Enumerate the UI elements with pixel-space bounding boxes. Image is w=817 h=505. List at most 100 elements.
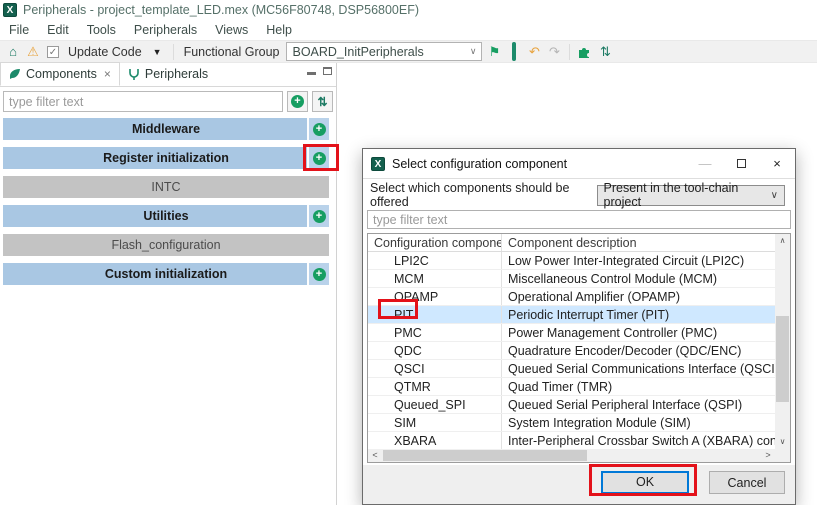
horizontal-scroll-thumb[interactable] [383,450,587,461]
scrollbar-corner [775,449,790,462]
table-horizontal-scrollbar[interactable]: < > [368,449,775,462]
dialog-close-icon[interactable]: × [759,149,795,178]
table-row-pit-selected[interactable]: PIT Periodic Interrupt Timer (PIT) [368,306,775,324]
table-row-qsci[interactable]: QSCI Queued Serial Communications Interf… [368,360,775,378]
scroll-left-icon[interactable]: < [368,449,382,462]
component-item-flash-configuration[interactable]: Flash_configuration [3,234,329,256]
tab-peripherals[interactable]: Peripherals [120,62,216,86]
panel-maximize-icon[interactable] [323,67,332,75]
component-sections: Middleware + Register initialization + I… [3,118,329,292]
cell-description: Inter-Peripheral Crossbar Switch A (XBAR… [502,432,775,449]
menu-tools[interactable]: Tools [78,23,125,37]
cell-description: System Integration Module (SIM) [502,414,775,431]
select-configuration-component-dialog: X Select configuration component — × Sel… [362,148,796,505]
undo-icon[interactable]: ↶ [526,44,542,60]
table-row-opamp[interactable]: OPAMP Operational Amplifier (OPAMP) [368,288,775,306]
sort-icon: ⇅ [317,95,327,109]
component-item-intc[interactable]: INTC [3,176,329,198]
combo-arrow-icon: ∨ [470,46,477,57]
table-row-xbara[interactable]: XBARA Inter-Peripheral Crossbar Switch A… [368,432,775,449]
dialog-filter-input[interactable] [367,210,791,229]
scroll-up-icon[interactable]: ∧ [775,234,790,248]
scroll-right-icon[interactable]: > [761,449,775,462]
functional-group-label: Functional Group [181,45,283,59]
cell-description: Low Power Inter-Integrated Circuit (LPI2… [502,252,775,269]
offer-label: Select which components should be offere… [370,181,591,209]
menu-bar: File Edit Tools Peripherals Views Help [0,20,817,40]
menu-peripherals[interactable]: Peripherals [125,23,206,37]
table-row-mcm[interactable]: MCM Miscellaneous Control Module (MCM) [368,270,775,288]
section-middleware[interactable]: Middleware + [3,118,329,140]
section-utilities[interactable]: Utilities + [3,205,329,227]
tab-components[interactable]: Components × [0,62,120,86]
window-titlebar: X Peripherals - project_template_LED.mex… [0,0,817,20]
flag-icon[interactable]: ⚑ [486,44,502,60]
cell-component: SIM [368,414,502,431]
components-filter-input[interactable] [3,91,283,112]
section-label: Utilities [143,209,188,223]
table-row-qtmr[interactable]: QTMR Quad Timer (TMR) [368,378,775,396]
app-window: X Peripherals - project_template_LED.mex… [0,0,817,505]
dialog-maximize-icon[interactable] [723,149,759,178]
add-custom-init-button[interactable]: + [307,263,329,285]
cell-component: PIT [368,306,502,323]
add-register-init-button[interactable]: + [307,147,329,169]
warning-icon[interactable]: ⚠ [25,44,41,60]
sort-updown-icon[interactable]: ⇅ [597,44,613,60]
cell-description: Power Management Controller (PMC) [502,324,775,341]
scroll-down-icon[interactable]: ∨ [775,435,790,449]
dialog-titlebar[interactable]: X Select configuration component — × [363,149,795,179]
cell-description: Quadrature Encoder/Decoder (QDC/ENC) [502,342,775,359]
dialog-minimize-icon: — [687,149,723,178]
column-component-description[interactable]: Component description [502,234,775,251]
home-icon[interactable]: ⌂ [5,44,21,60]
table-row-lpi2c[interactable]: LPI2C Low Power Inter-Integrated Circuit… [368,252,775,270]
app-logo-icon: X [3,3,17,17]
table-header-row[interactable]: Configuration component Component descri… [368,234,775,252]
component-table-rows: Configuration component Component descri… [368,234,775,449]
table-row-queued-spi[interactable]: Queued_SPI Queued Serial Peripheral Inte… [368,396,775,414]
window-title: Peripherals - project_template_LED.mex (… [23,3,419,17]
update-code-dropdown-icon[interactable]: ▼ [149,47,166,57]
table-row-sim[interactable]: SIM System Integration Module (SIM) [368,414,775,432]
add-utilities-button[interactable]: + [307,205,329,227]
table-row-pmc[interactable]: PMC Power Management Controller (PMC) [368,324,775,342]
panel-tabbar: Components × Peripherals [0,63,336,87]
menu-edit[interactable]: Edit [38,23,78,37]
ok-button[interactable]: OK [601,471,689,494]
puzzle-icon[interactable] [577,45,593,59]
table-vertical-scrollbar[interactable]: ∧ ∨ [775,234,790,449]
cell-component: LPI2C [368,252,502,269]
menu-help[interactable]: Help [257,23,301,37]
add-middleware-button[interactable]: + [307,118,329,140]
offer-filter-select[interactable]: Present in the tool-chain project ∨ [597,185,785,206]
cell-component: Queued_SPI [368,396,502,413]
component-item-label: INTC [151,180,180,194]
cancel-button[interactable]: Cancel [709,471,785,494]
plus-icon: + [291,95,304,108]
tab-close-icon[interactable]: × [102,67,111,81]
peripherals-icon [128,68,140,80]
section-register-initialization[interactable]: Register initialization + [3,147,329,169]
ide-monitor-icon[interactable] [506,44,522,60]
cell-component: OPAMP [368,288,502,305]
cell-component: MCM [368,270,502,287]
section-custom-initialization[interactable]: Custom initialization + [3,263,329,285]
panel-minimize-icon[interactable] [307,67,316,75]
cell-description: Miscellaneous Control Module (MCM) [502,270,775,287]
column-configuration-component[interactable]: Configuration component [368,234,502,251]
section-label: Middleware [132,122,200,136]
sort-components-button[interactable]: ⇅ [312,91,333,112]
vertical-scroll-thumb[interactable] [776,316,789,402]
menu-file[interactable]: File [0,23,38,37]
update-code-label[interactable]: Update Code [65,45,145,59]
dialog-title: Select configuration component [392,157,567,171]
cell-description: Queued Serial Peripheral Interface (QSPI… [502,396,775,413]
menu-views[interactable]: Views [206,23,257,37]
add-component-button[interactable]: + [287,91,308,112]
update-code-checkbox[interactable]: ✓ [47,46,59,58]
functional-group-select[interactable]: BOARD_InitPeripherals ∨ [286,42,482,61]
table-row-qdc[interactable]: QDC Quadrature Encoder/Decoder (QDC/ENC) [368,342,775,360]
plus-icon: + [313,123,326,136]
plus-icon: + [313,210,326,223]
